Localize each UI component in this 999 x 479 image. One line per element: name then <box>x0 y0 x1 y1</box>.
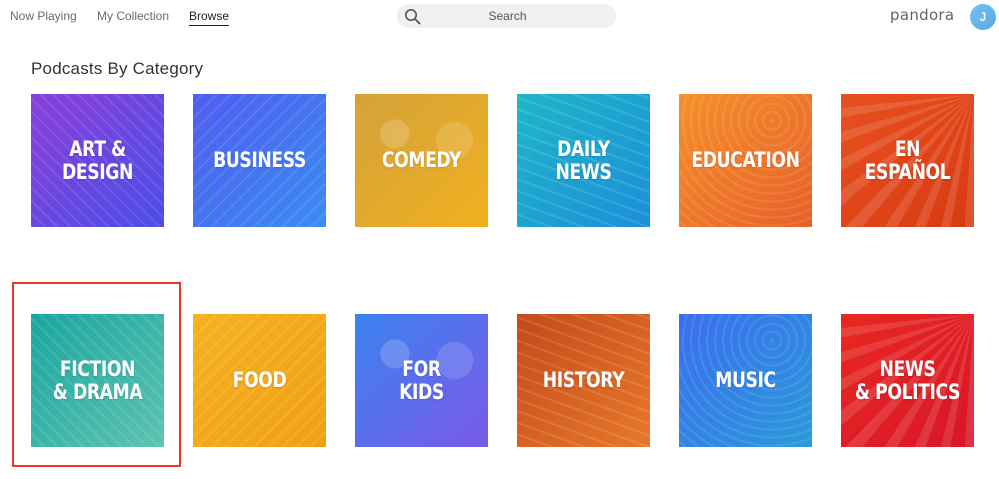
category-label: HISTORY <box>542 368 625 393</box>
category-tile-history[interactable]: HISTORY <box>517 314 650 447</box>
category-label: EDUCATION <box>691 148 800 173</box>
category-label: FOR KIDS <box>399 357 444 404</box>
category-label: BUSINESS <box>213 148 306 173</box>
category-tile-food[interactable]: FOOD <box>193 314 326 447</box>
top-nav: Now Playing My Collection Browse pandora… <box>0 0 999 34</box>
section-title: Podcasts By Category <box>31 59 204 78</box>
category-tile-business[interactable]: BUSINESS <box>193 94 326 227</box>
category-label: DAILY NEWS <box>555 137 612 184</box>
category-tile-en-español[interactable]: EN ESPAÑOL <box>841 94 974 227</box>
nav-browse[interactable]: Browse <box>189 9 230 26</box>
category-tile-education[interactable]: EDUCATION <box>679 94 812 227</box>
category-tile-fiction-drama[interactable]: FICTION & DRAMA <box>31 314 164 447</box>
category-tile-daily-news[interactable]: DAILY NEWS <box>517 94 650 227</box>
category-label: MUSIC <box>715 368 776 393</box>
category-label: COMEDY <box>381 148 462 173</box>
category-tile-for-kids[interactable]: FOR KIDS <box>355 314 488 447</box>
category-tile-news-politics[interactable]: NEWS & POLITICS <box>841 314 974 447</box>
category-tile-comedy[interactable]: COMEDY <box>355 94 488 227</box>
search-input[interactable] <box>425 4 590 28</box>
category-label: EN ESPAÑOL <box>864 137 951 184</box>
category-tile-music[interactable]: MUSIC <box>679 314 812 447</box>
pandora-logo[interactable]: pandora <box>890 6 954 24</box>
search-bar[interactable] <box>397 4 616 28</box>
category-label: ART & DESIGN <box>62 137 133 184</box>
category-tile-art-design[interactable]: ART & DESIGN <box>31 94 164 227</box>
nav-now-playing[interactable]: Now Playing <box>10 9 77 23</box>
search-icon <box>405 9 421 25</box>
category-label: FICTION & DRAMA <box>52 357 143 404</box>
category-label: FOOD <box>232 368 287 393</box>
category-label: NEWS & POLITICS <box>854 357 961 404</box>
avatar[interactable]: J <box>970 4 996 30</box>
nav-my-collection[interactable]: My Collection <box>97 9 169 23</box>
